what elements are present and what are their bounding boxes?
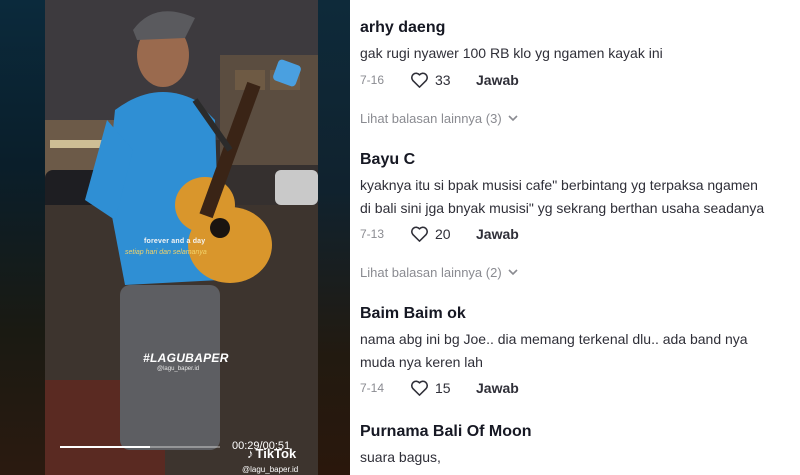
comment-item: Bayu C kyaknya itu si bpak musisi cafe" … [360,151,800,245]
comment-username[interactable]: Bayu C [360,151,800,169]
hashtag-handle: @lagu_baper.id [157,366,200,372]
like-count: 20 [435,226,451,242]
like-button[interactable]: 15 [410,379,476,397]
video-frame[interactable]: forever and a day setiap hari dan selama… [45,0,318,475]
reply-button[interactable]: Jawab [476,380,519,396]
comment-text-line: muda nya keren lah [360,354,483,370]
chevron-down-icon [508,269,518,276]
comment-username[interactable]: Purnama Bali Of Moon [360,423,800,441]
view-replies-link[interactable]: Lihat balasan lainnya (3) [360,111,518,126]
like-button[interactable]: 33 [410,71,476,89]
comment-text: gak rugi nyawer 100 RB klo yg ngamen kay… [360,45,663,61]
heart-icon[interactable] [410,71,429,89]
chevron-down-icon [508,115,518,122]
tiktok-note-icon: ♪ [247,446,254,461]
video-player[interactable]: forever and a day setiap hari dan selama… [0,0,350,475]
comments-panel[interactable]: arhy daeng gak rugi nyawer 100 RB klo yg… [350,0,800,475]
comment-item: Purnama Bali Of Moon suara bagus, [360,423,800,468]
tiktok-logo: ♪ TikTok [247,446,296,461]
like-count: 15 [435,380,451,396]
video-blur-left [0,0,45,475]
lyric-indonesian: setiap hari dan selamanya [125,249,207,256]
comment-date: 7-16 [360,73,385,87]
lyric-english: forever and a day [144,238,206,245]
video-progress-fill [60,446,150,448]
view-replies-label: Lihat balasan lainnya (3) [360,111,502,126]
comment-meta: 7-13 20 Jawab [360,223,800,245]
video-progress-bar[interactable] [60,446,220,448]
creator-handle: @lagu_baper.id [242,465,299,474]
reply-button[interactable]: Jawab [476,72,519,88]
comment-text-line: di bali sini jga bnyak musisi" yg sekran… [360,200,765,216]
reply-button[interactable]: Jawab [476,226,519,242]
tiktok-logo-text: TikTok [255,446,297,461]
comment-username[interactable]: Baim Baim ok [360,305,800,323]
comment-text-line: kyaknya itu si bpak musisi cafe" berbint… [360,177,758,193]
heart-icon[interactable] [410,379,429,397]
heart-icon[interactable] [410,225,429,243]
comment-item: arhy daeng gak rugi nyawer 100 RB klo yg… [360,19,800,91]
like-count: 33 [435,72,451,88]
comment-meta: 7-14 15 Jawab [360,377,800,399]
hashtag-watermark: #LAGUBAPER [143,351,229,365]
comment-text-line: suara bagus, [360,449,441,465]
comment-item: Baim Baim ok nama abg ini bg Joe.. dia m… [360,305,800,399]
comment-meta: 7-16 33 Jawab [360,69,800,91]
like-button[interactable]: 20 [410,225,476,243]
view-replies-label: Lihat balasan lainnya (2) [360,265,502,280]
view-replies-link[interactable]: Lihat balasan lainnya (2) [360,265,518,280]
comment-username[interactable]: arhy daeng [360,19,800,37]
comment-date: 7-14 [360,381,385,395]
video-blur-right [318,0,350,475]
comment-text-line: nama abg ini bg Joe.. dia memang terkena… [360,331,748,347]
comment-date: 7-13 [360,227,385,241]
